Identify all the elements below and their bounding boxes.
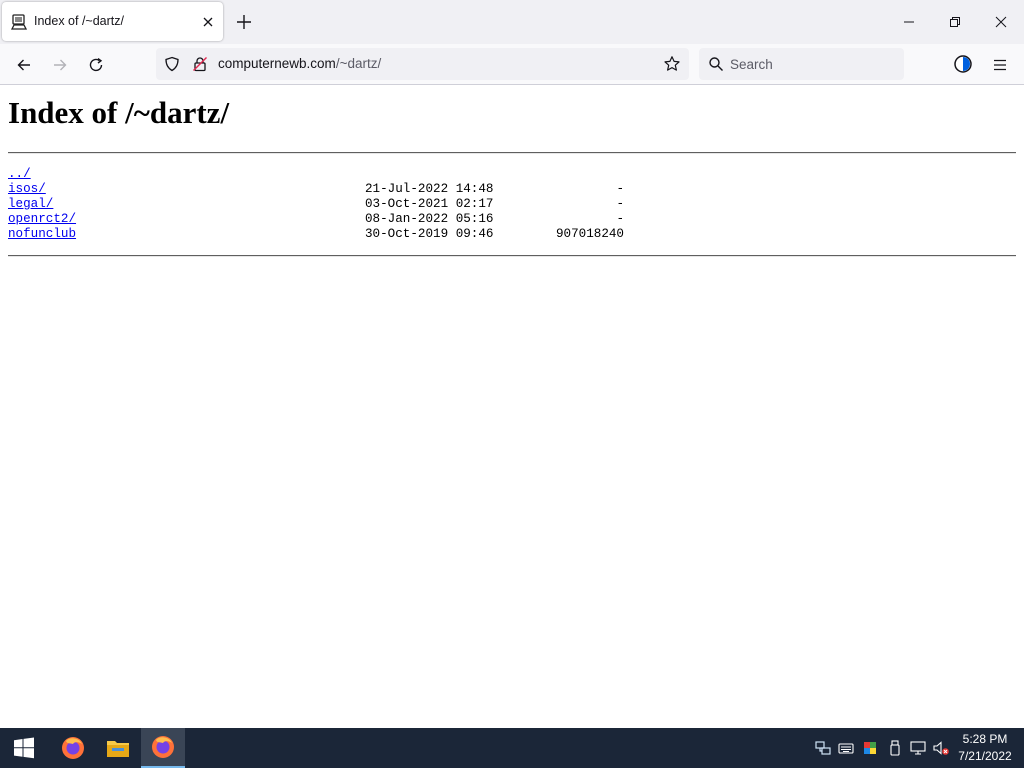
bookmark-star-icon[interactable] — [663, 55, 681, 73]
clock-date: 7/21/2022 — [958, 749, 1012, 763]
taskbar-firefox-active[interactable] — [141, 728, 185, 768]
search-icon — [709, 57, 723, 71]
url-bar[interactable]: computernewb.com/~dartz/ — [156, 48, 689, 80]
firefox-icon — [62, 737, 84, 759]
file-link-nofunclub[interactable]: nofunclub — [8, 227, 76, 242]
url-domain: computernewb.com — [218, 56, 336, 71]
modified-date: 21-Jul-2022 14:48 — [365, 182, 494, 196]
account-profile-icon — [954, 55, 972, 73]
directory-link-isos[interactable]: isos/ — [8, 182, 46, 197]
minimize-icon — [904, 21, 914, 23]
modified-date: 08-Jan-2022 05:16 — [365, 212, 494, 226]
minimize-button[interactable] — [886, 0, 932, 44]
usb-icon[interactable] — [887, 740, 903, 756]
insecure-lock-icon[interactable] — [192, 56, 208, 72]
firefox-icon — [152, 736, 174, 758]
top-divider — [8, 152, 1016, 154]
list-item: ../ — [8, 167, 53, 182]
directory-link-openrct2[interactable]: openrct2/ — [8, 212, 76, 227]
file-size: - — [616, 197, 624, 211]
monitor-network-icon[interactable] — [910, 740, 926, 756]
nav-toolbar: computernewb.com/~dartz/ Search — [0, 44, 1024, 85]
url-path: /~dartz/ — [335, 56, 382, 71]
back-arrow-icon — [17, 59, 30, 71]
search-input[interactable]: Search — [730, 57, 773, 72]
back-button[interactable] — [11, 52, 37, 78]
close-window-button[interactable] — [978, 0, 1024, 44]
keyboard-icon[interactable] — [838, 740, 854, 756]
bottom-divider — [8, 255, 1016, 257]
restore-button[interactable] — [932, 0, 978, 44]
file-size: - — [616, 182, 624, 196]
directory-link-legal[interactable]: legal/ — [8, 197, 53, 212]
tracking-protection-shield-icon[interactable] — [164, 56, 180, 72]
hamburger-menu-icon — [994, 59, 1006, 71]
file-size: - — [616, 212, 624, 226]
taskbar-file-explorer[interactable] — [96, 728, 140, 768]
page-content: Index of /~dartz/ ../ isos/ 21-Jul-2022 … — [0, 86, 1024, 728]
reload-button[interactable] — [83, 52, 109, 78]
close-icon — [995, 16, 1007, 28]
restore-icon — [950, 17, 960, 27]
taskbar: 5:28 PM 7/21/2022 — [0, 728, 1024, 768]
list-item: legal/ 03-Oct-2021 02:17 - — [8, 197, 624, 212]
forward-arrow-icon — [54, 59, 67, 71]
forward-button[interactable] — [47, 52, 73, 78]
start-button[interactable] — [2, 728, 46, 768]
reload-icon — [89, 57, 103, 72]
app-menu-button[interactable] — [987, 52, 1013, 78]
firefox-view-button[interactable] — [950, 51, 976, 77]
parent-directory-link[interactable]: ../ — [8, 167, 31, 182]
file-listing: ../ isos/ 21-Jul-2022 14:48 - legal/ 03-… — [8, 167, 624, 242]
tab-title: Index of /~dartz/ — [34, 14, 124, 28]
windows-start-icon — [14, 737, 34, 759]
modified-date: 30-Oct-2019 09:46 — [365, 227, 494, 241]
modified-date: 03-Oct-2021 02:17 — [365, 197, 494, 211]
volume-muted-icon[interactable] — [933, 740, 949, 756]
color-icon[interactable] — [862, 740, 878, 756]
list-item: isos/ 21-Jul-2022 14:48 - — [8, 182, 624, 197]
tab-bar: Index of /~dartz/ — [0, 0, 1024, 44]
close-tab-icon[interactable] — [200, 14, 216, 30]
file-size: 907018240 — [555, 227, 624, 241]
file-explorer-icon — [107, 741, 129, 757]
page-title: Index of /~dartz/ — [8, 95, 230, 130]
new-tab-icon[interactable] — [234, 12, 254, 32]
directory-listing-icon — [11, 14, 27, 30]
list-item: openrct2/ 08-Jan-2022 05:16 - — [8, 212, 624, 227]
clock-time: 5:28 PM — [962, 732, 1008, 746]
search-bar[interactable]: Search — [699, 48, 904, 80]
tab-active[interactable]: Index of /~dartz/ — [2, 2, 223, 41]
system-clock[interactable]: 5:28 PM 7/21/2022 — [952, 731, 1018, 765]
list-item: nofunclub 30-Oct-2019 09:46 907018240 — [8, 227, 624, 242]
network-icon[interactable] — [815, 740, 831, 756]
taskbar-firefox-pinned[interactable] — [51, 728, 95, 768]
url-text[interactable]: computernewb.com/~dartz/ — [218, 56, 381, 71]
